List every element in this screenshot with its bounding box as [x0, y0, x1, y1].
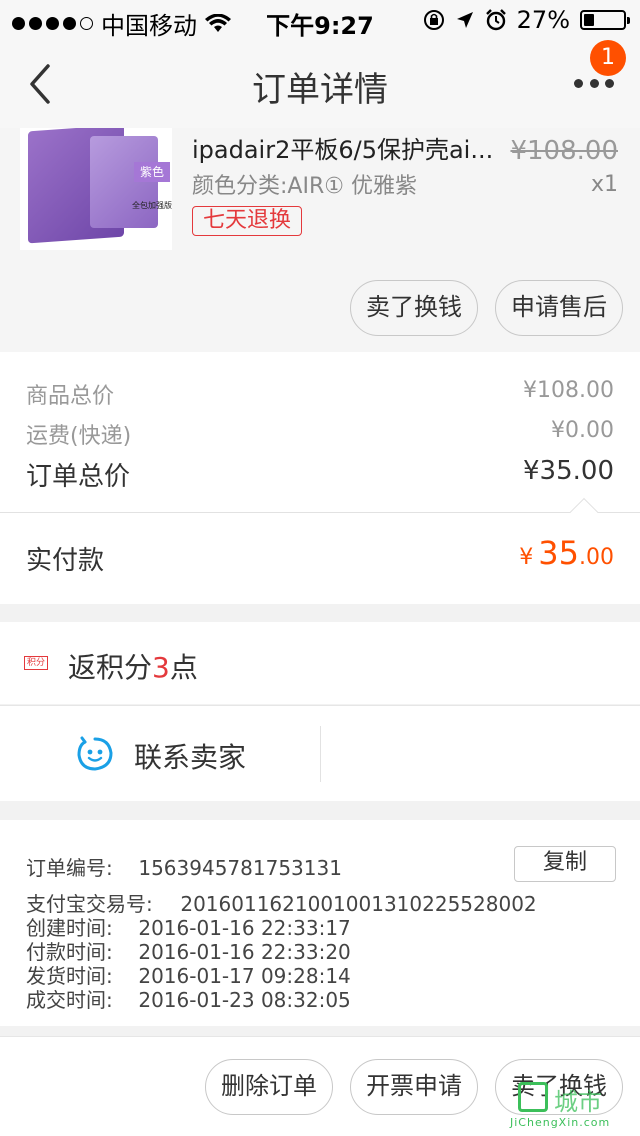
order-number-value: 1563945781753131	[138, 856, 342, 880]
goods-total-label: 商品总价	[26, 384, 115, 409]
watermark-sub: JiChengXin.com	[510, 1116, 611, 1129]
completed-time-value: 2016-01-23 08:32:05	[138, 988, 351, 1012]
delete-order-button[interactable]: 删除订单	[205, 1059, 333, 1115]
points-text: 返积分3点	[68, 646, 198, 686]
order-total-value: ¥35.00	[523, 456, 614, 486]
completed-time-label: 成交时间:	[26, 988, 113, 1012]
contact-seller-label[interactable]: 联系卖家	[134, 736, 246, 776]
price-summary: 商品总价 ¥108.00 运费(快递) ¥0.00 订单总价 ¥35.00 实付…	[0, 352, 640, 604]
watermark-text: 城市	[554, 1088, 602, 1116]
paid-decimal: .00	[579, 545, 614, 570]
product-image-tag: 紫色	[134, 162, 170, 182]
product-card[interactable]: 紫色 全包加强版 ipadair2平板6/5保护壳ai... ¥108.00 颜…	[0, 128, 640, 352]
watermark-logo: 城市 JiChengXin.com	[510, 1082, 630, 1132]
location-icon	[456, 12, 473, 28]
points-prefix: 返积分	[68, 651, 153, 684]
battery-icon	[580, 10, 630, 30]
bottom-action-bar: 删除订单 开票申请 卖了换钱 城市 JiChengXin.com	[0, 1036, 640, 1136]
notification-badge: 1	[590, 40, 626, 76]
order-info: 订单编号: 1563945781753131 复制 支付宝交易号: 201601…	[0, 820, 640, 1026]
page-title: 订单详情	[252, 70, 388, 110]
alarm-icon	[485, 9, 506, 31]
return-policy-badge: 七天退换	[192, 206, 303, 236]
shipping-row: 运费(快递) ¥0.00	[26, 418, 614, 450]
shipping-label: 运费(快递)	[26, 424, 132, 449]
points-row: 积分 返积分3点	[0, 622, 640, 704]
shipping-value: ¥0.00	[551, 418, 614, 443]
product-image-caption: 全包加强版	[132, 201, 172, 210]
chat-bubble-icon[interactable]	[76, 736, 114, 772]
sell-for-cash-button[interactable]: 卖了换钱	[350, 280, 478, 336]
order-number-row: 订单编号: 1563945781753131	[26, 852, 342, 881]
goods-total-value: ¥108.00	[523, 378, 614, 403]
paid-integer: 35	[538, 534, 579, 572]
apply-after-sales-button[interactable]: 申请售后	[495, 280, 623, 336]
battery-percent: 27%	[516, 6, 570, 34]
caret-pointer	[569, 497, 599, 527]
points-suffix: 点	[169, 651, 198, 684]
goods-total-row: 商品总价 ¥108.00	[26, 378, 614, 410]
product-quantity: x1	[590, 172, 618, 197]
paid-amount: ¥ 35.00	[519, 534, 614, 572]
points-icon: 积分	[24, 656, 48, 670]
points-number: 3	[152, 651, 170, 684]
vertical-divider	[320, 726, 321, 782]
product-sku: 颜色分类:AIR① 优雅紫	[192, 174, 417, 199]
product-image[interactable]: 紫色 全包加强版	[20, 128, 172, 250]
orientation-lock-icon	[423, 10, 444, 30]
nav-bar: 订单详情 1	[0, 40, 640, 128]
paid-label: 实付款	[26, 546, 105, 576]
product-name[interactable]: ipadair2平板6/5保护壳ai...	[192, 130, 493, 165]
product-original-price: ¥108.00	[510, 136, 618, 166]
invoice-request-button[interactable]: 开票申请	[350, 1059, 478, 1115]
completed-time-row: 成交时间: 2016-01-23 08:32:05	[26, 984, 351, 1013]
order-total-row: 订单总价 ¥35.00	[26, 456, 614, 493]
order-number-label: 订单编号:	[26, 856, 113, 880]
contact-seller-row: 联系卖家	[0, 705, 640, 801]
copy-button[interactable]: 复制	[514, 846, 616, 882]
summary-divider	[0, 512, 640, 513]
order-total-label: 订单总价	[26, 462, 131, 492]
status-bar: 中国移动 下午9:27 27%	[0, 0, 640, 40]
paid-currency: ¥	[519, 545, 534, 570]
